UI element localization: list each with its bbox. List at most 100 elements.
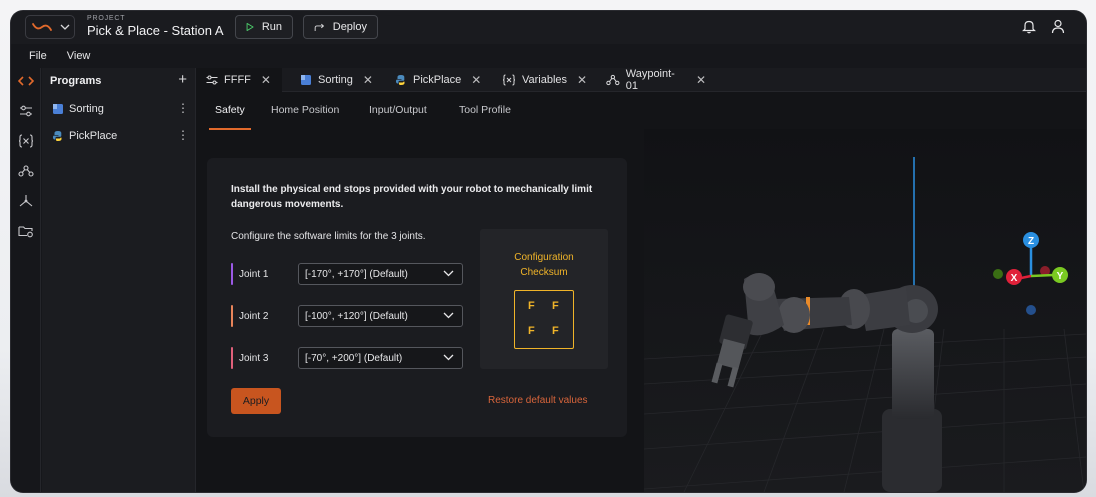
menu-file[interactable]: File xyxy=(29,50,47,62)
gizmo-neg-y xyxy=(993,269,1003,279)
blocks-icon xyxy=(53,104,63,114)
joint-color-bar xyxy=(231,347,233,369)
close-icon[interactable]: ✕ xyxy=(577,73,587,87)
bell-icon xyxy=(1022,20,1036,34)
variables-icon xyxy=(18,134,34,148)
safety-panel: Install the physical end stops provided … xyxy=(207,158,627,437)
tab-ffff[interactable]: FFFF ✕ xyxy=(196,68,282,92)
chevron-down-icon xyxy=(443,270,454,277)
program-label: Sorting xyxy=(69,103,104,115)
chevron-down-icon xyxy=(443,354,454,361)
activity-bar xyxy=(11,68,41,492)
more-vertical-icon[interactable]: ⋮ xyxy=(177,127,189,143)
joint-color-bar xyxy=(231,263,233,285)
user-icon xyxy=(1051,19,1065,34)
checksum-grid: F F F F xyxy=(514,290,574,349)
subtab-input-output[interactable]: Input/Output xyxy=(369,104,427,116)
subtab-home-position[interactable]: Home Position xyxy=(271,104,339,116)
close-icon[interactable]: ✕ xyxy=(261,73,271,87)
menu-bar: File View xyxy=(11,44,1086,68)
run-button[interactable]: Run xyxy=(235,15,293,39)
tab-label: PickPlace xyxy=(413,74,462,86)
project-label: PROJECT xyxy=(87,15,126,22)
deploy-button[interactable]: Deploy xyxy=(303,15,378,39)
subtab-safety[interactable]: Safety xyxy=(215,104,245,116)
sliders-icon xyxy=(206,75,218,85)
rail-settings[interactable] xyxy=(17,102,35,120)
app-window: PROJECT Pick & Place - Station A Run Dep… xyxy=(11,11,1086,492)
sliders-icon xyxy=(20,105,32,117)
tab-bar: FFFF ✕ Sorting ✕ PickPlace ✕ Variables ✕… xyxy=(196,68,1086,92)
checksum-cell: F xyxy=(528,325,535,337)
rail-variables[interactable] xyxy=(17,132,35,150)
waypoint-icon xyxy=(606,74,620,86)
close-icon[interactable]: ✕ xyxy=(471,73,481,87)
more-vertical-icon[interactable]: ⋮ xyxy=(177,100,189,116)
deploy-label: Deploy xyxy=(332,21,367,33)
rail-files[interactable] xyxy=(17,222,35,240)
project-info: PROJECT Pick & Place - Station A xyxy=(87,15,224,38)
tab-label: Variables xyxy=(522,74,568,86)
subtab-tool-profile[interactable]: Tool Profile xyxy=(459,104,511,116)
apply-button[interactable]: Apply xyxy=(231,388,281,414)
tab-waypoint-01[interactable]: Waypoint-01 ✕ xyxy=(596,68,706,92)
menu-view[interactable]: View xyxy=(67,50,91,62)
rail-waypoints[interactable] xyxy=(17,162,35,180)
end-stops-info: Install the physical end stops provided … xyxy=(231,184,593,210)
add-program-button[interactable]: + xyxy=(178,71,187,88)
gizmo-y-label: Y xyxy=(1057,271,1064,282)
checksum-cell: F xyxy=(528,300,535,312)
tab-pickplace[interactable]: PickPlace ✕ xyxy=(385,68,487,92)
chevron-down-icon xyxy=(443,312,454,319)
checksum-title-line2: Checksum xyxy=(520,267,568,278)
redo-arrow-icon xyxy=(314,23,325,31)
robot-3d-viewport[interactable]: Z X Y xyxy=(644,129,1086,492)
select-value: [-70°, +200°] (Default) xyxy=(305,352,403,364)
program-item-pickplace[interactable]: PickPlace ⋮ xyxy=(52,127,189,145)
code-icon xyxy=(18,76,34,86)
top-bar: PROJECT Pick & Place - Station A Run Dep… xyxy=(11,11,1086,44)
tab-label: Waypoint-01 xyxy=(625,68,675,92)
joint-label: Joint 2 xyxy=(239,310,269,322)
programs-header: Programs xyxy=(50,75,102,87)
checksum-title: Configuration Checksum xyxy=(480,250,608,280)
project-name: Pick & Place - Station A xyxy=(87,23,224,38)
viewport-scene: Z X Y xyxy=(644,129,1086,492)
select-value: [-170°, +170°] (Default) xyxy=(305,268,408,280)
gizmo-z-label: Z xyxy=(1028,236,1034,247)
settings-subtabs: Safety Home Position Input/Output Tool P… xyxy=(196,92,1086,130)
joint-row-3: Joint 3 [-70°, +200°] (Default) xyxy=(231,347,463,369)
variables-icon xyxy=(502,74,516,86)
joint-2-limit-select[interactable]: [-100°, +120°] (Default) xyxy=(298,305,463,327)
app-menu-button[interactable] xyxy=(25,15,75,39)
joint-row-1: Joint 1 [-170°, +170°] (Default) xyxy=(231,263,463,285)
checksum-cell: F xyxy=(552,325,559,337)
joint-label: Joint 1 xyxy=(239,268,269,280)
python-icon xyxy=(395,75,405,85)
restore-defaults-link[interactable]: Restore default values xyxy=(488,395,588,406)
close-icon[interactable]: ✕ xyxy=(696,73,706,87)
program-label: PickPlace xyxy=(69,130,118,142)
select-value: [-100°, +120°] (Default) xyxy=(305,310,408,322)
editor-area: FFFF ✕ Sorting ✕ PickPlace ✕ Variables ✕… xyxy=(196,68,1086,492)
joint-label: Joint 3 xyxy=(239,352,269,364)
python-icon xyxy=(52,131,62,141)
tab-label: Sorting xyxy=(318,74,353,86)
tab-label: FFFF xyxy=(224,74,251,86)
bell-button[interactable] xyxy=(1022,19,1036,34)
profile-button[interactable] xyxy=(1051,19,1065,34)
joint-1-limit-select[interactable]: [-170°, +170°] (Default) xyxy=(298,263,463,285)
tab-variables[interactable]: Variables ✕ xyxy=(492,68,588,92)
play-icon xyxy=(246,22,254,32)
folder-settings-icon xyxy=(18,226,33,238)
rail-robot[interactable] xyxy=(17,192,35,210)
program-item-sorting[interactable]: Sorting ⋮ xyxy=(52,100,189,118)
blocks-icon xyxy=(301,75,311,85)
gizmo-neg-z xyxy=(1026,305,1036,315)
joint-color-bar xyxy=(231,305,233,327)
joint-3-limit-select[interactable]: [-70°, +200°] (Default) xyxy=(298,347,463,369)
rail-programs[interactable] xyxy=(17,72,35,90)
close-icon[interactable]: ✕ xyxy=(363,73,373,87)
tab-sorting[interactable]: Sorting ✕ xyxy=(290,68,382,92)
configuration-checksum: Configuration Checksum F F F F xyxy=(480,229,608,369)
